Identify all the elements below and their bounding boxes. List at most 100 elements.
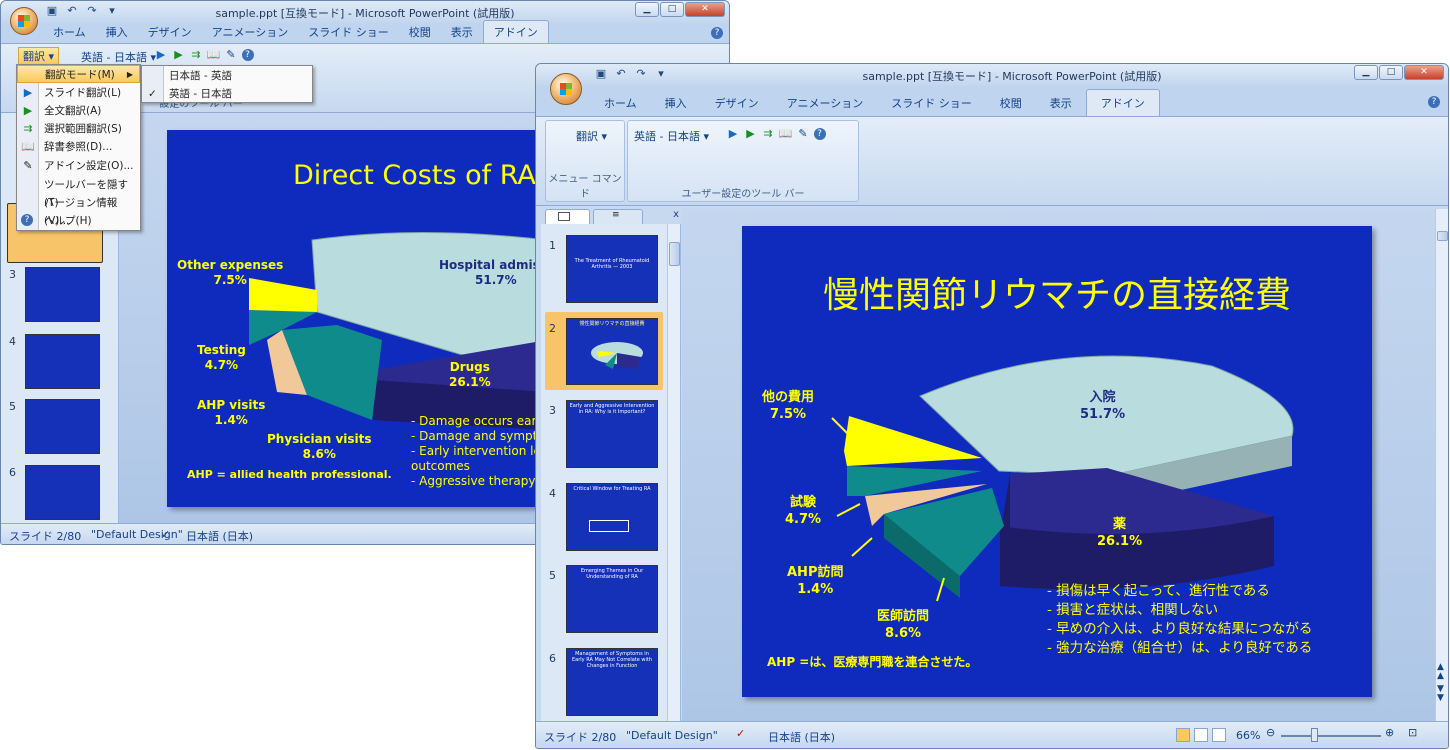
thumbnail-scrollbar[interactable]: [667, 224, 680, 721]
slide-thumbnail[interactable]: The Treatment of Rheumatoid Arthritis — …: [566, 235, 658, 303]
help-icon[interactable]: ?: [1428, 96, 1440, 108]
zoom-level[interactable]: 66%: [1236, 729, 1260, 742]
editor-scrollbar[interactable]: ▲ ▲ ▼ ▼: [1435, 209, 1448, 721]
normal-view-icon[interactable]: [1176, 728, 1190, 742]
zoom-slider[interactable]: [1281, 735, 1381, 737]
tab-review[interactable]: 校閲: [399, 21, 441, 43]
translate-dropdown-menu: 翻訳モード(M) ▶ ▶ スライド翻訳(L) ▶ 全文翻訳(A) ⇉ 選択範囲翻訳(S)…: [16, 64, 141, 231]
menu-item-translate-mode[interactable]: 翻訳モード(M) ▶: [17, 65, 140, 83]
thumbnail-title: The Treatment of Rheumatoid Arthritis — …: [574, 258, 650, 270]
slideshow-view-icon[interactable]: [1212, 728, 1226, 742]
tab-insert[interactable]: 挿入: [96, 21, 138, 43]
tab-addins[interactable]: アドイン: [482, 20, 549, 43]
play-green-icon[interactable]: ▶: [744, 127, 758, 141]
outline-tab[interactable]: ≡: [593, 209, 643, 224]
slide-thumbnail-pane: 1 The Treatment of Rheumatoid Arthritis …: [541, 224, 681, 721]
status-slide: スライド 2/80: [544, 731, 617, 744]
translate-menu-button[interactable]: 翻訳 ▾: [18, 47, 60, 65]
tab-slideshow[interactable]: スライド ショー: [298, 21, 399, 43]
slide-thumbnail[interactable]: [25, 334, 100, 389]
slide-thumbnail[interactable]: [25, 267, 100, 322]
redo-icon[interactable]: ↷: [85, 4, 99, 18]
zoom-slider-thumb[interactable]: [1311, 728, 1318, 742]
slide-thumbnail[interactable]: Critical Window for Treating RA: [566, 483, 658, 551]
submenu-item-ja-en[interactable]: 日本語 - 英語: [142, 67, 312, 85]
qat-dropdown-icon[interactable]: ▾: [105, 4, 119, 18]
fit-window-icon[interactable]: ⊡: [1408, 726, 1417, 739]
tab-addins[interactable]: アドイン: [1085, 89, 1160, 116]
tab-home[interactable]: ホーム: [43, 21, 96, 43]
office-logo-icon: [18, 15, 30, 27]
translate-menu-button[interactable]: 翻訳 ▾: [576, 128, 607, 144]
language-dropdown[interactable]: 英語 - 日本語 ▾: [634, 128, 709, 144]
office-button[interactable]: [10, 7, 38, 35]
slide-sorter-icon[interactable]: [1194, 728, 1208, 742]
language-dropdown[interactable]: 英語 - 日本語 ▾: [81, 49, 156, 65]
tab-insert[interactable]: 挿入: [651, 90, 701, 116]
save-icon[interactable]: ▣: [594, 67, 608, 81]
redo-icon[interactable]: ↷: [634, 67, 648, 81]
slide-thumbnail[interactable]: Emerging Themes in Our Understanding of …: [566, 565, 658, 633]
tab-view[interactable]: 表示: [1036, 90, 1086, 116]
menu-item-selection-translate[interactable]: ⇉ 選択範囲翻訳(S): [17, 120, 140, 138]
status-language: 日本語 (日本): [768, 731, 836, 744]
zoom-out-icon[interactable]: ⊖: [1266, 726, 1275, 739]
submenu-item-en-ja[interactable]: ✓ 英語 - 日本語: [142, 85, 312, 103]
help-icon[interactable]: ?: [241, 49, 254, 61]
qat-dropdown-icon[interactable]: ▾: [654, 67, 668, 81]
close-button[interactable]: ✕: [1404, 65, 1444, 80]
close-pane-icon[interactable]: x: [673, 209, 679, 220]
maximize-button[interactable]: □: [660, 2, 684, 17]
close-button[interactable]: ✕: [685, 2, 725, 17]
previous-slide-icon[interactable]: ▲ ▲: [1437, 663, 1444, 681]
slide-thumbnail[interactable]: [25, 399, 100, 454]
minimize-button[interactable]: ▁: [1354, 65, 1378, 80]
slide-thumbnail[interactable]: Early and Aggressive Intervention in RA:…: [566, 400, 658, 468]
menu-item-hide-toolbar[interactable]: ツールバーを隠す(T): [17, 176, 140, 209]
undo-icon[interactable]: ↶: [65, 4, 79, 18]
tab-animation[interactable]: アニメーション: [202, 21, 299, 43]
menu-item-dictionary[interactable]: 📖 辞書参照(D)...: [17, 138, 140, 156]
slide-thumbnail-selected[interactable]: 慢性関節リウマチの直接経費: [566, 318, 658, 385]
label-other-value: 7.5%: [213, 273, 247, 287]
title-bar: sample.ppt [互換モード] - Microsoft PowerPoin…: [536, 64, 1448, 86]
undo-icon[interactable]: ↶: [614, 67, 628, 81]
scrollbar-thumb[interactable]: [669, 242, 680, 266]
zoom-in-icon[interactable]: ⊕: [1385, 726, 1394, 739]
slides-tab[interactable]: [545, 209, 590, 224]
play-green-icon[interactable]: ▶: [172, 48, 186, 62]
selection-translate-icon[interactable]: ⇉: [189, 48, 203, 62]
tab-slideshow[interactable]: スライド ショー: [877, 90, 986, 116]
tab-view[interactable]: 表示: [441, 21, 483, 43]
next-slide-icon[interactable]: ▼ ▼: [1437, 685, 1444, 703]
slide-thumbnail[interactable]: [25, 465, 100, 520]
help-icon[interactable]: ?: [813, 128, 826, 140]
menu-item-full-translate[interactable]: ▶ 全文翻訳(A): [17, 102, 140, 120]
play-blue-icon[interactable]: ▶: [154, 48, 168, 62]
save-icon[interactable]: ▣: [45, 4, 59, 18]
tab-design[interactable]: デザイン: [138, 21, 202, 43]
play-blue-icon[interactable]: ▶: [726, 127, 740, 141]
menu-item-slide-translate[interactable]: ▶ スライド翻訳(L): [17, 84, 140, 102]
settings-icon[interactable]: ✎: [796, 127, 810, 141]
tab-home[interactable]: ホーム: [590, 90, 651, 116]
dictionary-icon[interactable]: 📖: [207, 48, 221, 62]
menu-item-help[interactable]: ? ヘルプ(H): [17, 212, 140, 230]
scrollbar-thumb[interactable]: [1437, 231, 1448, 241]
minimize-button[interactable]: ▁: [635, 2, 659, 17]
label-hospital-name: 入院: [1089, 390, 1116, 405]
tab-design[interactable]: デザイン: [701, 90, 773, 116]
spellcheck-icon[interactable]: ✓: [736, 727, 745, 740]
maximize-button[interactable]: □: [1379, 65, 1403, 80]
tab-animation[interactable]: アニメーション: [773, 90, 878, 116]
menu-item-addin-settings[interactable]: ✎ アドイン設定(O)...: [17, 157, 140, 175]
tab-review[interactable]: 校閲: [986, 90, 1036, 116]
menu-item-version[interactable]: バージョン情報(V)...: [17, 194, 140, 227]
dictionary-icon[interactable]: 📖: [779, 127, 793, 141]
office-button[interactable]: [550, 73, 582, 105]
help-icon[interactable]: ?: [711, 27, 723, 39]
spellcheck-icon[interactable]: ✓: [161, 528, 170, 541]
settings-icon[interactable]: ✎: [224, 48, 238, 62]
slide-thumbnail[interactable]: Management of Symptoms in Early RA May N…: [566, 648, 658, 716]
selection-translate-icon[interactable]: ⇉: [761, 127, 775, 141]
